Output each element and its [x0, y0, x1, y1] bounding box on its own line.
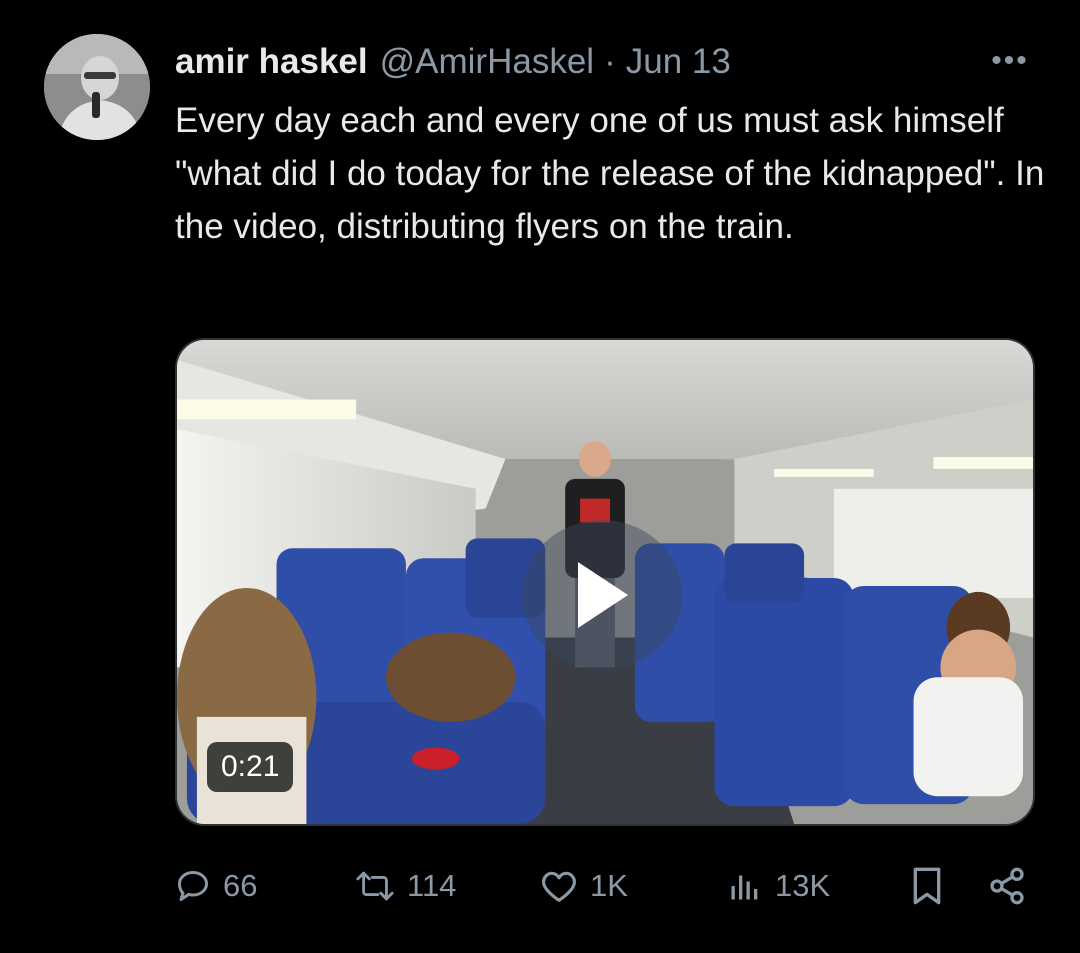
views-icon — [727, 868, 763, 904]
bookmark-button[interactable] — [910, 860, 944, 912]
author-name[interactable]: amir haskel — [175, 42, 368, 82]
reply-count: 66 — [223, 868, 258, 903]
play-button[interactable] — [522, 520, 682, 670]
repost-icon — [355, 868, 395, 904]
header-separator: · — [604, 42, 616, 81]
like-count: 1K — [590, 868, 628, 903]
author-handle[interactable]: @AmirHaskel — [380, 42, 594, 82]
more-icon: ••• — [991, 44, 1029, 77]
avatar-photo — [44, 34, 150, 140]
play-icon — [578, 562, 628, 628]
heart-icon — [540, 868, 578, 904]
repost-count: 114 — [407, 868, 457, 903]
views-button[interactable]: 13K — [727, 860, 830, 912]
tweet[interactable]: amir haskel @AmirHaskel · Jun 13 ••• Eve… — [0, 0, 1080, 953]
reply-button[interactable]: 66 — [175, 860, 257, 912]
tweet-header: amir haskel @AmirHaskel · Jun 13 — [175, 40, 731, 84]
more-options-button[interactable]: ••• — [985, 44, 1035, 78]
tweet-text: Every day each and every one of us must … — [175, 101, 1045, 246]
post-date[interactable]: Jun 13 — [626, 42, 731, 82]
share-button[interactable] — [987, 860, 1027, 912]
video-player[interactable]: 0:21 — [175, 338, 1035, 826]
reply-icon — [175, 868, 211, 904]
like-button[interactable]: 1K — [540, 860, 628, 912]
repost-button[interactable]: 114 — [355, 860, 456, 912]
share-icon — [987, 866, 1027, 906]
action-bar: 66 114 1K 13K — [175, 860, 1035, 912]
bookmark-icon — [910, 866, 944, 906]
views-count: 13K — [775, 868, 831, 903]
video-duration: 0:21 — [207, 742, 294, 792]
avatar[interactable] — [44, 34, 150, 140]
